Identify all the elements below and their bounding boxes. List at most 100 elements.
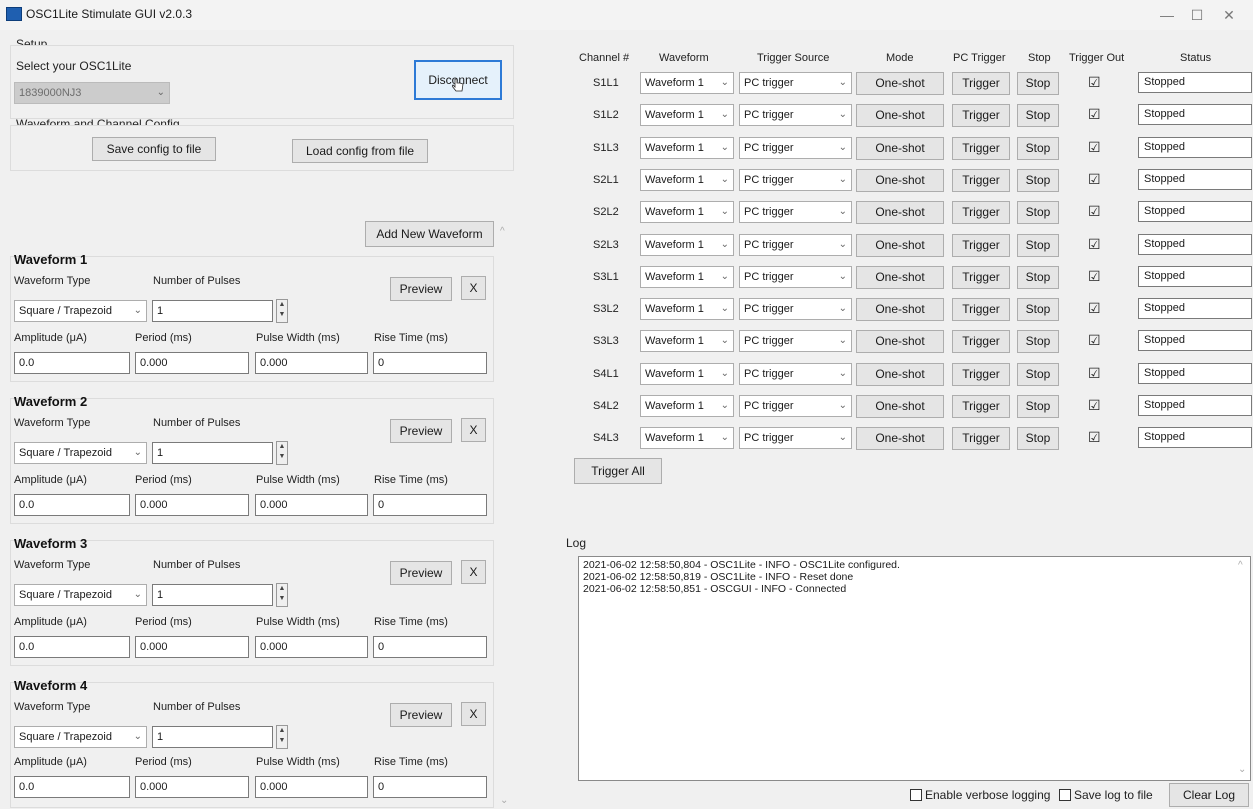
remove-waveform-button[interactable]: X xyxy=(461,702,486,726)
stop-button[interactable]: Stop xyxy=(1017,395,1059,418)
mode-button[interactable]: One-shot xyxy=(856,136,944,160)
pc-trigger-button[interactable]: Trigger xyxy=(952,362,1010,386)
channel-waveform-select[interactable]: Waveform 1 ⌄ xyxy=(640,233,734,256)
trigger-out-checkbox[interactable]: ☑ xyxy=(1088,300,1101,317)
period-input[interactable]: 0.000 xyxy=(135,636,249,658)
channel-waveform-select[interactable]: Waveform 1 ⌄ xyxy=(640,168,734,191)
minimize-button[interactable]: — xyxy=(1152,4,1182,26)
trigger-source-select[interactable]: PC trigger ⌄ xyxy=(739,201,852,224)
trigger-out-checkbox[interactable]: ☑ xyxy=(1088,332,1101,349)
remove-waveform-button[interactable]: X xyxy=(461,276,486,300)
channel-waveform-select[interactable]: Waveform 1 ⌄ xyxy=(640,201,734,224)
mode-button[interactable]: One-shot xyxy=(856,427,944,451)
trigger-out-checkbox[interactable]: ☑ xyxy=(1088,74,1101,91)
mode-button[interactable]: One-shot xyxy=(856,362,944,386)
log-textarea[interactable]: 2021-06-02 12:58:50,804 - OSC1Lite - INF… xyxy=(578,556,1251,781)
waveform-scrollbar[interactable] xyxy=(498,240,512,805)
number-of-pulses-input[interactable]: 1 xyxy=(152,584,273,606)
trigger-out-checkbox[interactable]: ☑ xyxy=(1088,106,1101,123)
load-config-button[interactable]: Load config from file xyxy=(292,139,428,163)
stop-button[interactable]: Stop xyxy=(1017,298,1059,322)
pulses-stepper[interactable]: ▲ ▼ xyxy=(276,441,288,465)
period-input[interactable]: 0.000 xyxy=(135,352,249,374)
trigger-all-button[interactable]: Trigger All xyxy=(574,458,662,484)
period-input[interactable]: 0.000 xyxy=(135,776,249,798)
device-select[interactable]: 1839000NJ3 ⌄ xyxy=(14,82,170,104)
mode-button[interactable]: One-shot xyxy=(856,298,944,322)
trigger-out-checkbox[interactable]: ☑ xyxy=(1088,397,1101,414)
trigger-out-checkbox[interactable]: ☑ xyxy=(1088,429,1101,446)
pc-trigger-button[interactable]: Trigger xyxy=(952,330,1010,354)
preview-button[interactable]: Preview xyxy=(390,703,452,727)
channel-waveform-select[interactable]: Waveform 1 ⌄ xyxy=(640,72,734,94)
waveform-type-select[interactable]: Square / Trapezoid ⌄ xyxy=(14,442,147,464)
waveform-type-select[interactable]: Square / Trapezoid ⌄ xyxy=(14,726,147,748)
mode-button[interactable]: One-shot xyxy=(856,104,944,128)
channel-waveform-select[interactable]: Waveform 1 ⌄ xyxy=(640,362,734,385)
preview-button[interactable]: Preview xyxy=(390,277,452,301)
amplitude-input[interactable]: 0.0 xyxy=(14,636,130,658)
pc-trigger-button[interactable]: Trigger xyxy=(952,265,1010,289)
number-of-pulses-input[interactable]: 1 xyxy=(152,300,273,322)
channel-waveform-select[interactable]: Waveform 1 ⌄ xyxy=(640,395,734,417)
preview-button[interactable]: Preview xyxy=(390,419,452,443)
stop-button[interactable]: Stop xyxy=(1017,136,1059,160)
trigger-source-select[interactable]: PC trigger ⌄ xyxy=(739,136,852,159)
pc-trigger-button[interactable]: Trigger xyxy=(952,395,1010,418)
mode-button[interactable]: One-shot xyxy=(856,265,944,289)
pc-trigger-button[interactable]: Trigger xyxy=(952,136,1010,160)
scroll-up-icon[interactable]: ^ xyxy=(500,226,505,237)
trigger-out-checkbox[interactable]: ☑ xyxy=(1088,268,1101,285)
pulse-width-input[interactable]: 0.000 xyxy=(255,494,368,516)
pulse-width-input[interactable]: 0.000 xyxy=(255,352,368,374)
pc-trigger-button[interactable]: Trigger xyxy=(952,427,1010,451)
pc-trigger-button[interactable]: Trigger xyxy=(952,298,1010,322)
clear-log-button[interactable]: Clear Log xyxy=(1169,783,1249,807)
period-input[interactable]: 0.000 xyxy=(135,494,249,516)
stop-button[interactable]: Stop xyxy=(1017,104,1059,128)
trigger-source-select[interactable]: PC trigger ⌄ xyxy=(739,72,852,94)
rise-time-input[interactable]: 0 xyxy=(373,352,487,374)
trigger-out-checkbox[interactable]: ☑ xyxy=(1088,139,1101,156)
save-log-checkbox[interactable] xyxy=(1059,789,1071,801)
stop-button[interactable]: Stop xyxy=(1017,233,1059,257)
channel-waveform-select[interactable]: Waveform 1 ⌄ xyxy=(640,330,734,353)
rise-time-input[interactable]: 0 xyxy=(373,494,487,516)
trigger-source-select[interactable]: PC trigger ⌄ xyxy=(739,330,852,353)
waveform-type-select[interactable]: Square / Trapezoid ⌄ xyxy=(14,300,147,322)
log-scroll-down-icon[interactable]: ⌄ xyxy=(1238,764,1246,775)
trigger-source-select[interactable]: PC trigger ⌄ xyxy=(739,427,852,450)
stop-button[interactable]: Stop xyxy=(1017,362,1059,386)
log-scroll-up-icon[interactable]: ^ xyxy=(1238,560,1243,571)
mode-button[interactable]: One-shot xyxy=(856,168,944,192)
number-of-pulses-input[interactable]: 1 xyxy=(152,726,273,748)
rise-time-input[interactable]: 0 xyxy=(373,636,487,658)
remove-waveform-button[interactable]: X xyxy=(461,418,486,442)
pulses-stepper[interactable]: ▲ ▼ xyxy=(276,299,288,323)
maximize-button[interactable]: ☐ xyxy=(1182,4,1212,26)
trigger-source-select[interactable]: PC trigger ⌄ xyxy=(739,233,852,256)
trigger-source-select[interactable]: PC trigger ⌄ xyxy=(739,298,852,321)
close-button[interactable]: ✕ xyxy=(1214,4,1244,26)
scroll-down-icon[interactable]: ⌄ xyxy=(500,795,508,806)
trigger-out-checkbox[interactable]: ☑ xyxy=(1088,365,1101,382)
channel-waveform-select[interactable]: Waveform 1 ⌄ xyxy=(640,104,734,127)
preview-button[interactable]: Preview xyxy=(390,561,452,585)
amplitude-input[interactable]: 0.0 xyxy=(14,776,130,798)
trigger-out-checkbox[interactable]: ☑ xyxy=(1088,171,1101,188)
pulses-stepper[interactable]: ▲ ▼ xyxy=(276,725,288,749)
mode-button[interactable]: One-shot xyxy=(856,330,944,354)
number-of-pulses-input[interactable]: 1 xyxy=(152,442,273,464)
channel-waveform-select[interactable]: Waveform 1 ⌄ xyxy=(640,136,734,159)
trigger-source-select[interactable]: PC trigger ⌄ xyxy=(739,362,852,385)
stop-button[interactable]: Stop xyxy=(1017,330,1059,354)
rise-time-input[interactable]: 0 xyxy=(373,776,487,798)
stop-button[interactable]: Stop xyxy=(1017,427,1059,451)
trigger-out-checkbox[interactable]: ☑ xyxy=(1088,236,1101,253)
pc-trigger-button[interactable]: Trigger xyxy=(952,72,1010,95)
mode-button[interactable]: One-shot xyxy=(856,72,944,95)
stop-button[interactable]: Stop xyxy=(1017,72,1059,95)
mode-button[interactable]: One-shot xyxy=(856,201,944,225)
trigger-source-select[interactable]: PC trigger ⌄ xyxy=(739,104,852,127)
remove-waveform-button[interactable]: X xyxy=(461,560,486,584)
